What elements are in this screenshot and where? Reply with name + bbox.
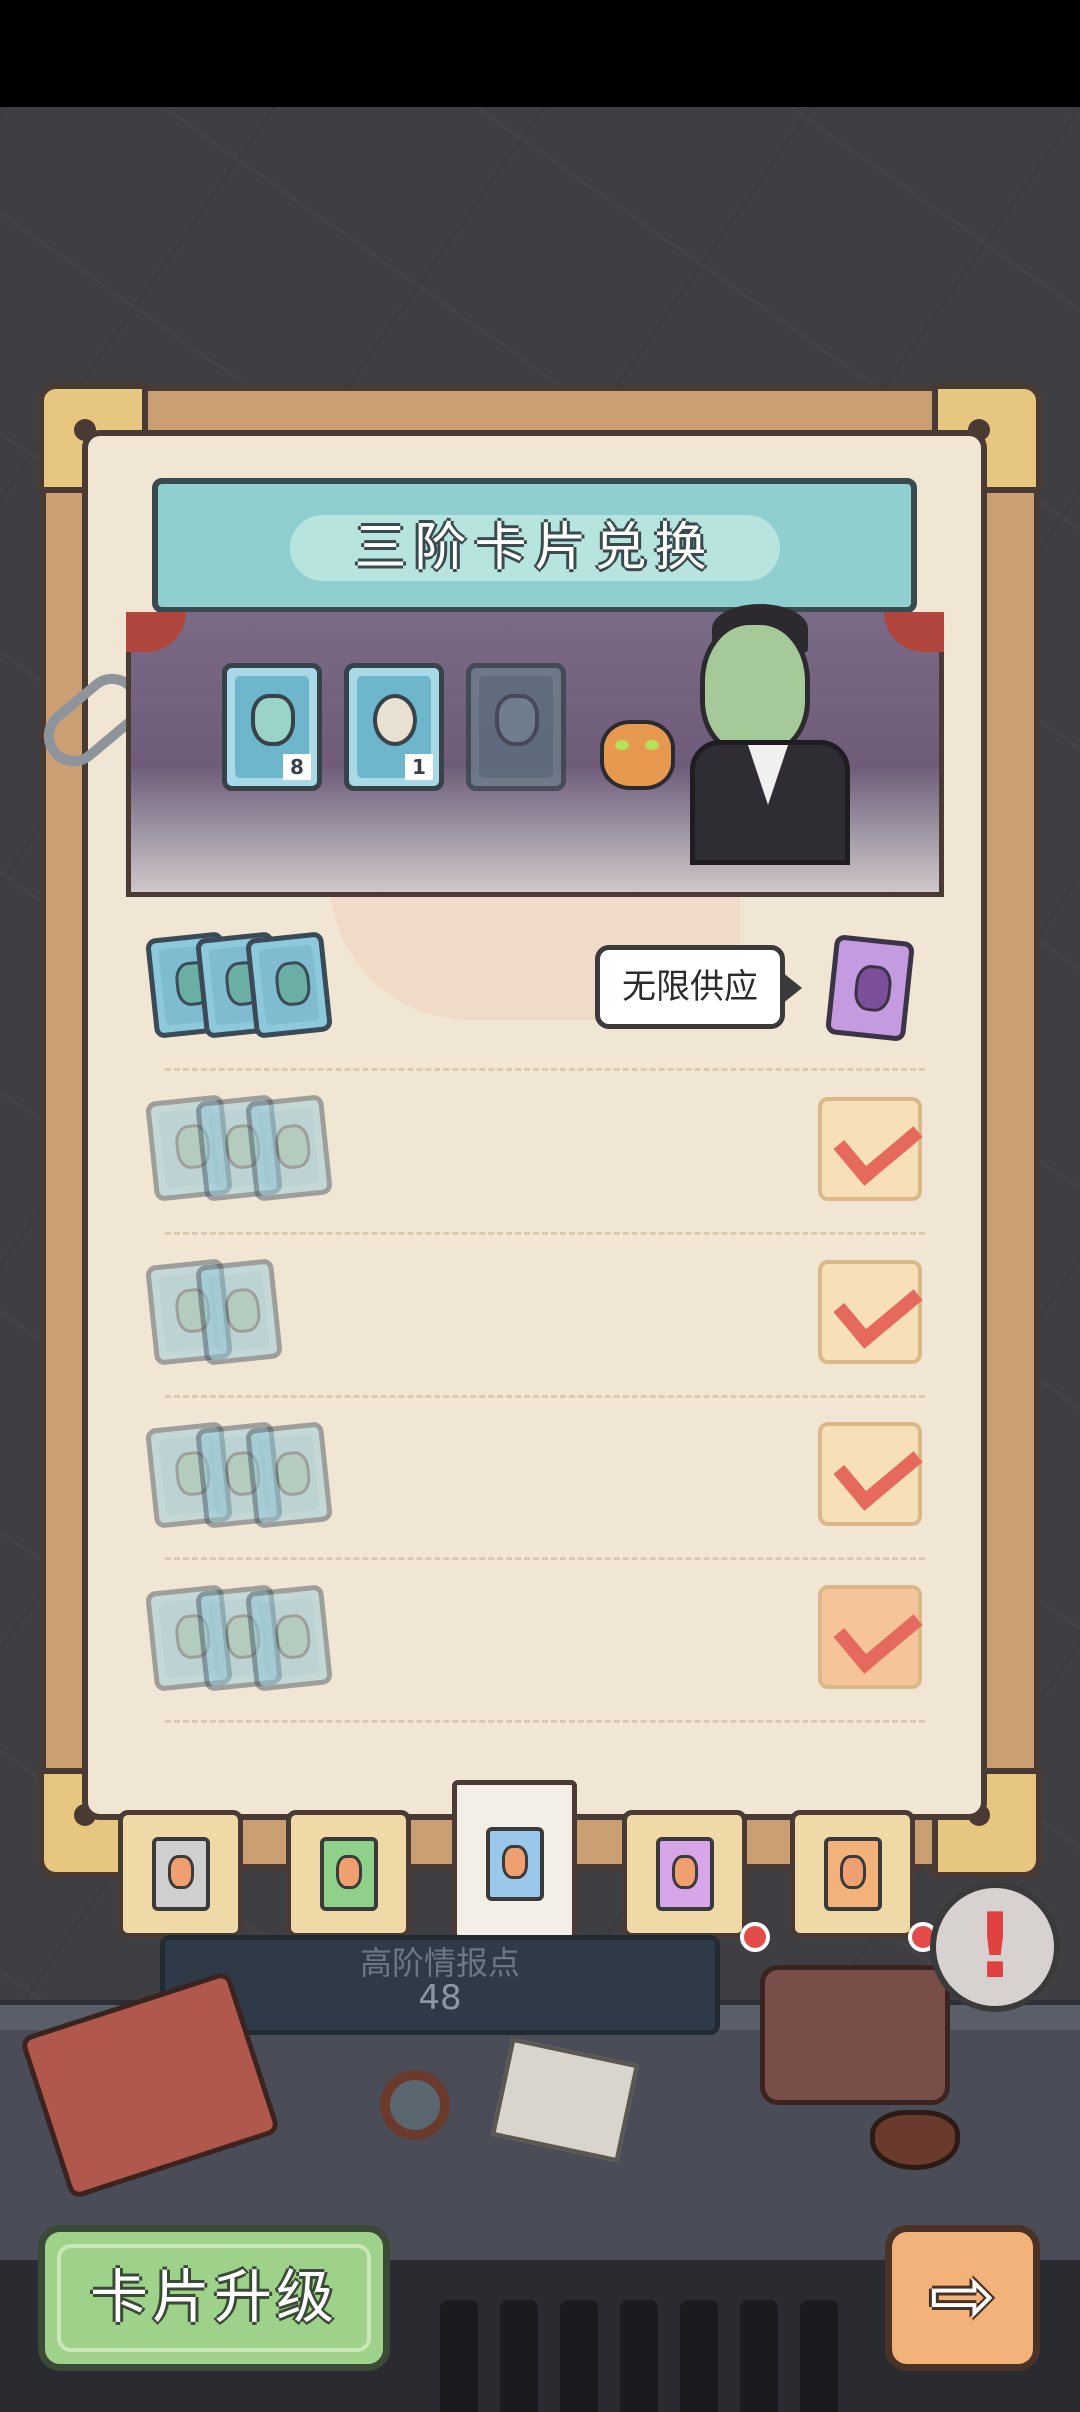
locked-card-icon (495, 694, 539, 746)
check-icon (833, 1100, 923, 1186)
drawer-slat (620, 2300, 658, 2412)
claimed-reward (818, 1585, 923, 1689)
row-divider (165, 1395, 925, 1398)
drawer-slat (500, 2300, 538, 2412)
tiger-card-icon (373, 694, 417, 746)
cat-eye (615, 740, 629, 750)
exchange-row[interactable] (140, 1252, 930, 1372)
notification-dot (740, 1922, 770, 1952)
claimed-reward (818, 1422, 923, 1526)
cat-icon (600, 720, 675, 790)
blue-card-icon (486, 1827, 544, 1901)
page-title: 三阶卡片兑换 (354, 518, 715, 578)
owned-card-tiger[interactable]: 1 (344, 663, 444, 791)
exchange-row[interactable] (140, 925, 930, 1045)
card-count: 1 (405, 754, 433, 780)
check-icon (833, 1425, 923, 1511)
claimed-reward (818, 1097, 923, 1201)
pipe-icon (870, 2110, 960, 2170)
claimed-reward (818, 1260, 923, 1364)
card-upgrade-button[interactable]: 卡片升级 (38, 2225, 390, 2371)
purple-jar-card-icon[interactable] (824, 934, 916, 1042)
row-divider (165, 1720, 925, 1723)
card-stack (140, 1415, 360, 1535)
cat-eye (645, 740, 659, 750)
gray-card-icon (152, 1837, 210, 1911)
intel-value: 48 (418, 1978, 462, 2018)
exchange-row[interactable] (140, 1415, 930, 1535)
merchant-character (700, 620, 810, 755)
row-divider (165, 1068, 925, 1071)
check-icon (833, 1263, 923, 1349)
tab-purple[interactable] (622, 1810, 747, 1938)
wallet-icon[interactable] (760, 1965, 950, 2105)
card-stack (140, 1252, 360, 1372)
check-icon (833, 1588, 923, 1674)
tab-blue[interactable] (452, 1780, 577, 1940)
exchange-row[interactable] (140, 1088, 930, 1208)
locked-card (466, 663, 566, 791)
status-bar (0, 0, 1080, 107)
owned-card-jar[interactable]: 8 (222, 663, 322, 791)
card-count: 8 (283, 754, 311, 780)
next-arrow-button[interactable]: ⇨ (885, 2225, 1040, 2371)
tab-orange[interactable] (790, 1810, 915, 1938)
card-stack (140, 1088, 360, 1208)
card-stack (140, 1578, 360, 1698)
card-stack (140, 925, 360, 1045)
green-card-icon (320, 1837, 378, 1911)
tab-gray[interactable] (118, 1810, 243, 1938)
drawer-slat (740, 2300, 778, 2412)
drawer-slat (440, 2300, 478, 2412)
drawer-slat (800, 2300, 838, 2412)
unlimited-supply-badge: 无限供应 (595, 945, 802, 1029)
orange-card-icon (824, 1837, 882, 1911)
exchange-row[interactable] (140, 1578, 930, 1698)
drawer-slat (560, 2300, 598, 2412)
tab-green[interactable] (286, 1810, 411, 1938)
row-divider (165, 1557, 925, 1560)
drawer-slat (680, 2300, 718, 2412)
magnifier-icon (380, 2070, 450, 2140)
row-divider (165, 1232, 925, 1235)
purple-card-icon (656, 1837, 714, 1911)
jar-card-icon (251, 694, 295, 746)
alert-icon[interactable]: ! (930, 1882, 1060, 2012)
